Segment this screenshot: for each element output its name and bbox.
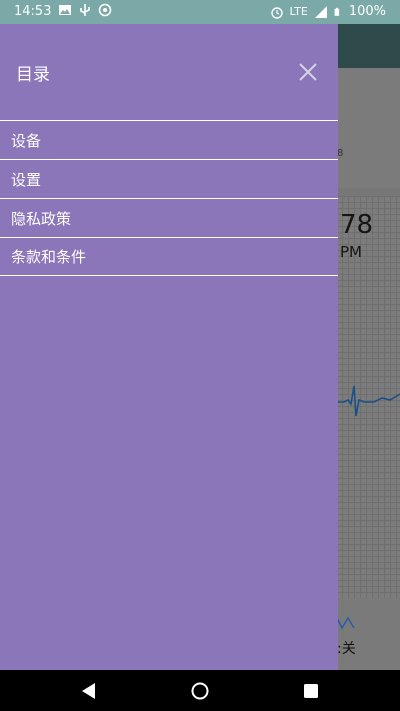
drawer-header: 目录 — [0, 24, 338, 120]
menu-item-label: 条款和条件 — [11, 248, 87, 266]
signal-icon — [314, 5, 327, 18]
background-unit: PM — [340, 243, 362, 261]
status-bar: 14:53 LTE 100% — [0, 0, 400, 24]
drawer-menu: 设备 设置 隐私政策 条款和条件 — [0, 120, 338, 276]
status-right-icons: LTE 100% — [270, 4, 386, 19]
back-icon[interactable] — [78, 680, 100, 702]
background-status-text: :关 — [337, 641, 356, 657]
image-icon — [59, 5, 71, 15]
background-reading: 78 — [340, 210, 374, 240]
recents-icon[interactable] — [300, 680, 322, 702]
navigation-drawer: 目录 设备 设置 隐私政策 条款和条件 — [0, 24, 338, 670]
menu-item-settings[interactable]: 设置 — [0, 159, 338, 198]
menu-item-label: 设备 — [11, 131, 42, 150]
sync-icon — [98, 3, 112, 17]
status-time: 14:53 — [14, 4, 52, 19]
menu-item-devices[interactable]: 设备 — [0, 120, 338, 159]
drawer-title: 目录 — [16, 65, 50, 85]
menu-item-label: 隐私政策 — [11, 209, 72, 228]
navigation-bar — [0, 670, 400, 711]
close-icon[interactable] — [296, 60, 320, 84]
battery-icon — [334, 7, 339, 16]
menu-item-terms[interactable]: 条款和条件 — [0, 237, 338, 276]
status-left-icons — [58, 3, 112, 17]
ecg-waveform — [330, 385, 400, 417]
battery-level: 100% — [348, 4, 386, 19]
menu-item-privacy-policy[interactable]: 隐私政策 — [0, 198, 338, 237]
menu-item-label: 设置 — [11, 170, 42, 189]
alarm-icon — [270, 6, 283, 19]
mini-wave-icon — [336, 615, 355, 630]
home-icon[interactable] — [189, 680, 211, 702]
usb-debug-icon — [80, 4, 90, 16]
network-type: LTE — [289, 5, 308, 18]
